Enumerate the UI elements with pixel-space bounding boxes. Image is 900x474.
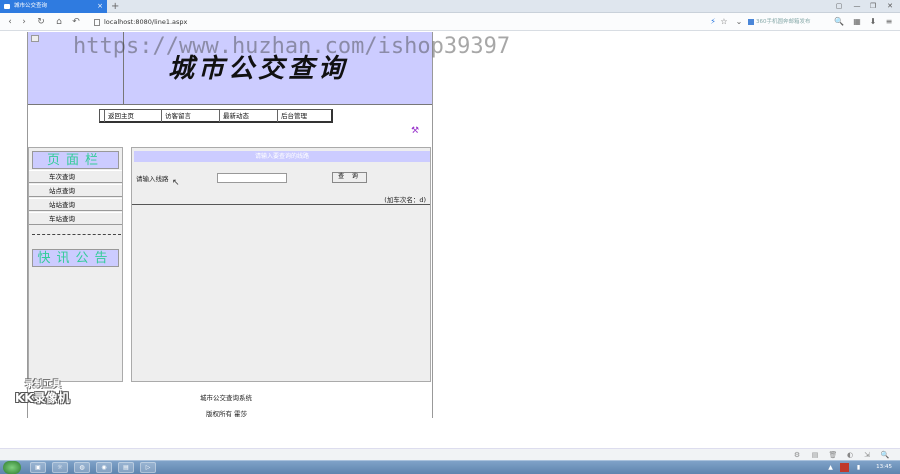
- sidebar-item-route-query[interactable]: 车次查询: [29, 170, 122, 183]
- taskbar-app-browser[interactable]: ◉: [96, 462, 112, 473]
- menu-icon[interactable]: ≡: [883, 16, 895, 28]
- taskbar-app-3[interactable]: ◍: [74, 462, 90, 473]
- trash-icon[interactable]: 🗑: [828, 450, 838, 460]
- start-button[interactable]: [3, 461, 21, 474]
- nav-admin-link[interactable]: 后台管理: [277, 110, 307, 122]
- main-divider: [132, 204, 430, 205]
- url-text: localhost:8080/line1.aspx: [104, 18, 188, 26]
- tray-network-icon[interactable]: ▮: [854, 463, 863, 472]
- taskbar-app-5[interactable]: ▤: [118, 462, 134, 473]
- reload-button[interactable]: ↻: [35, 15, 47, 29]
- taskbar-clock: 13:45: [876, 464, 892, 470]
- taskbar-app-vs[interactable]: ▷: [140, 462, 156, 473]
- sidebar-item-station-to-station[interactable]: 站站查询: [29, 198, 122, 211]
- main-nav: 返回主页 访客留言 最新动态 后台管理: [99, 109, 333, 123]
- taskbar-app-2[interactable]: ☼: [52, 462, 68, 473]
- new-tab-button[interactable]: +: [111, 0, 119, 13]
- search-engine-icon: [748, 19, 754, 25]
- tab-title: 城市公交查询: [14, 3, 48, 9]
- url-input[interactable]: localhost:8080/line1.aspx: [91, 16, 701, 28]
- tabs-icon[interactable]: ▤: [810, 450, 820, 460]
- apps-grid-icon[interactable]: ▦: [851, 16, 863, 28]
- route-input[interactable]: [217, 173, 287, 183]
- nav-guestbook-link[interactable]: 访客留言: [161, 110, 191, 122]
- tray-app-icon[interactable]: [840, 463, 849, 472]
- back-button[interactable]: ‹: [4, 15, 16, 29]
- window-menu-icon[interactable]: ▢: [832, 0, 846, 13]
- sidebar: 页面栏 车次查询 站点查询 站站查询 车站查询 快讯公告: [28, 147, 123, 382]
- undo-close-button[interactable]: ↶: [70, 15, 82, 29]
- mouse-cursor-icon: ↖: [172, 178, 180, 188]
- settings-icon[interactable]: ⚙: [792, 450, 802, 460]
- search-placeholder: 360手机圆奔邮箱发布: [756, 19, 811, 25]
- sidebar-header-news: 快讯公告: [32, 249, 119, 267]
- results-note: (加车次名：d): [384, 196, 426, 204]
- query-button[interactable]: 查 询: [332, 172, 367, 183]
- footer-copyright: 版权所有 霍莎: [206, 410, 248, 418]
- site-title: 城市公交查询: [168, 54, 349, 84]
- route-label: 请输入线路: [136, 175, 169, 183]
- site-container: 城市公交查询 返回主页 访客留言 最新动态 后台管理 ⚒ 页面栏 车次查询 站点…: [27, 32, 510, 418]
- page-viewport: 城市公交查询 返回主页 访客留言 最新动态 后台管理 ⚒ 页面栏 车次查询 站点…: [0, 32, 900, 418]
- broken-image-icon: [31, 35, 39, 42]
- browser-tab-bar: 城市公交查询 × + ▢ — ❐ ✕: [0, 0, 900, 13]
- favicon-icon: [4, 4, 10, 9]
- forward-button[interactable]: ›: [18, 15, 30, 29]
- sidebar-item-station-query[interactable]: 车站查询: [29, 212, 122, 225]
- address-bar-row: ‹ › ↻ ⌂ ↶ localhost:8080/line1.aspx ⚡ ☆ …: [0, 13, 900, 31]
- minimize-button[interactable]: —: [850, 0, 864, 13]
- footer-system-name: 城市公交查询系统: [200, 394, 252, 402]
- nav-home-link[interactable]: 返回主页: [104, 110, 134, 122]
- taskbar-app-1[interactable]: ▣: [30, 462, 46, 473]
- recorder-overlay-logo: 录制工具 KK录像机: [15, 377, 83, 409]
- sidebar-item-stop-query[interactable]: 站点查询: [29, 184, 122, 197]
- main-panel-header: 请输入要查询的线路: [134, 151, 430, 162]
- sidebar-header-page: 页面栏: [32, 151, 119, 169]
- browser-tab[interactable]: 城市公交查询 ×: [0, 0, 107, 13]
- sidebar-divider: [32, 234, 121, 235]
- maximize-button[interactable]: ❐: [866, 0, 880, 13]
- search-icon[interactable]: 🔍: [833, 16, 845, 28]
- search-input[interactable]: 360手机圆奔邮箱发布: [746, 17, 830, 28]
- tab-close-icon[interactable]: ×: [97, 0, 103, 13]
- page-icon: [94, 19, 100, 26]
- os-taskbar: ▣ ☼ ◍ ◉ ▤ ▷ ▲ ▮ 13:45: [0, 460, 900, 474]
- dropdown-chevron-icon[interactable]: ⌄: [733, 16, 745, 28]
- site-header: 城市公交查询: [28, 32, 432, 105]
- close-window-button[interactable]: ✕: [883, 0, 897, 13]
- zoom-icon[interactable]: 🔍: [880, 450, 890, 460]
- recorder-overlay-line2: KK录像机: [15, 391, 70, 405]
- tool-icon: ⚒: [411, 126, 420, 136]
- theme-icon[interactable]: ◐: [845, 450, 855, 460]
- download-icon[interactable]: ⬇: [867, 16, 879, 28]
- header-logo-area: [28, 32, 124, 105]
- nav-news-link[interactable]: 最新动态: [219, 110, 249, 122]
- browser-status-bar: ⚙ ▤ 🗑 ◐ ⇲ 🔍: [0, 448, 900, 460]
- home-button[interactable]: ⌂: [53, 15, 65, 29]
- tray-arrow-icon[interactable]: ▲: [826, 463, 835, 472]
- favorite-star-icon[interactable]: ☆: [718, 16, 730, 28]
- fullscreen-icon[interactable]: ⇲: [862, 450, 872, 460]
